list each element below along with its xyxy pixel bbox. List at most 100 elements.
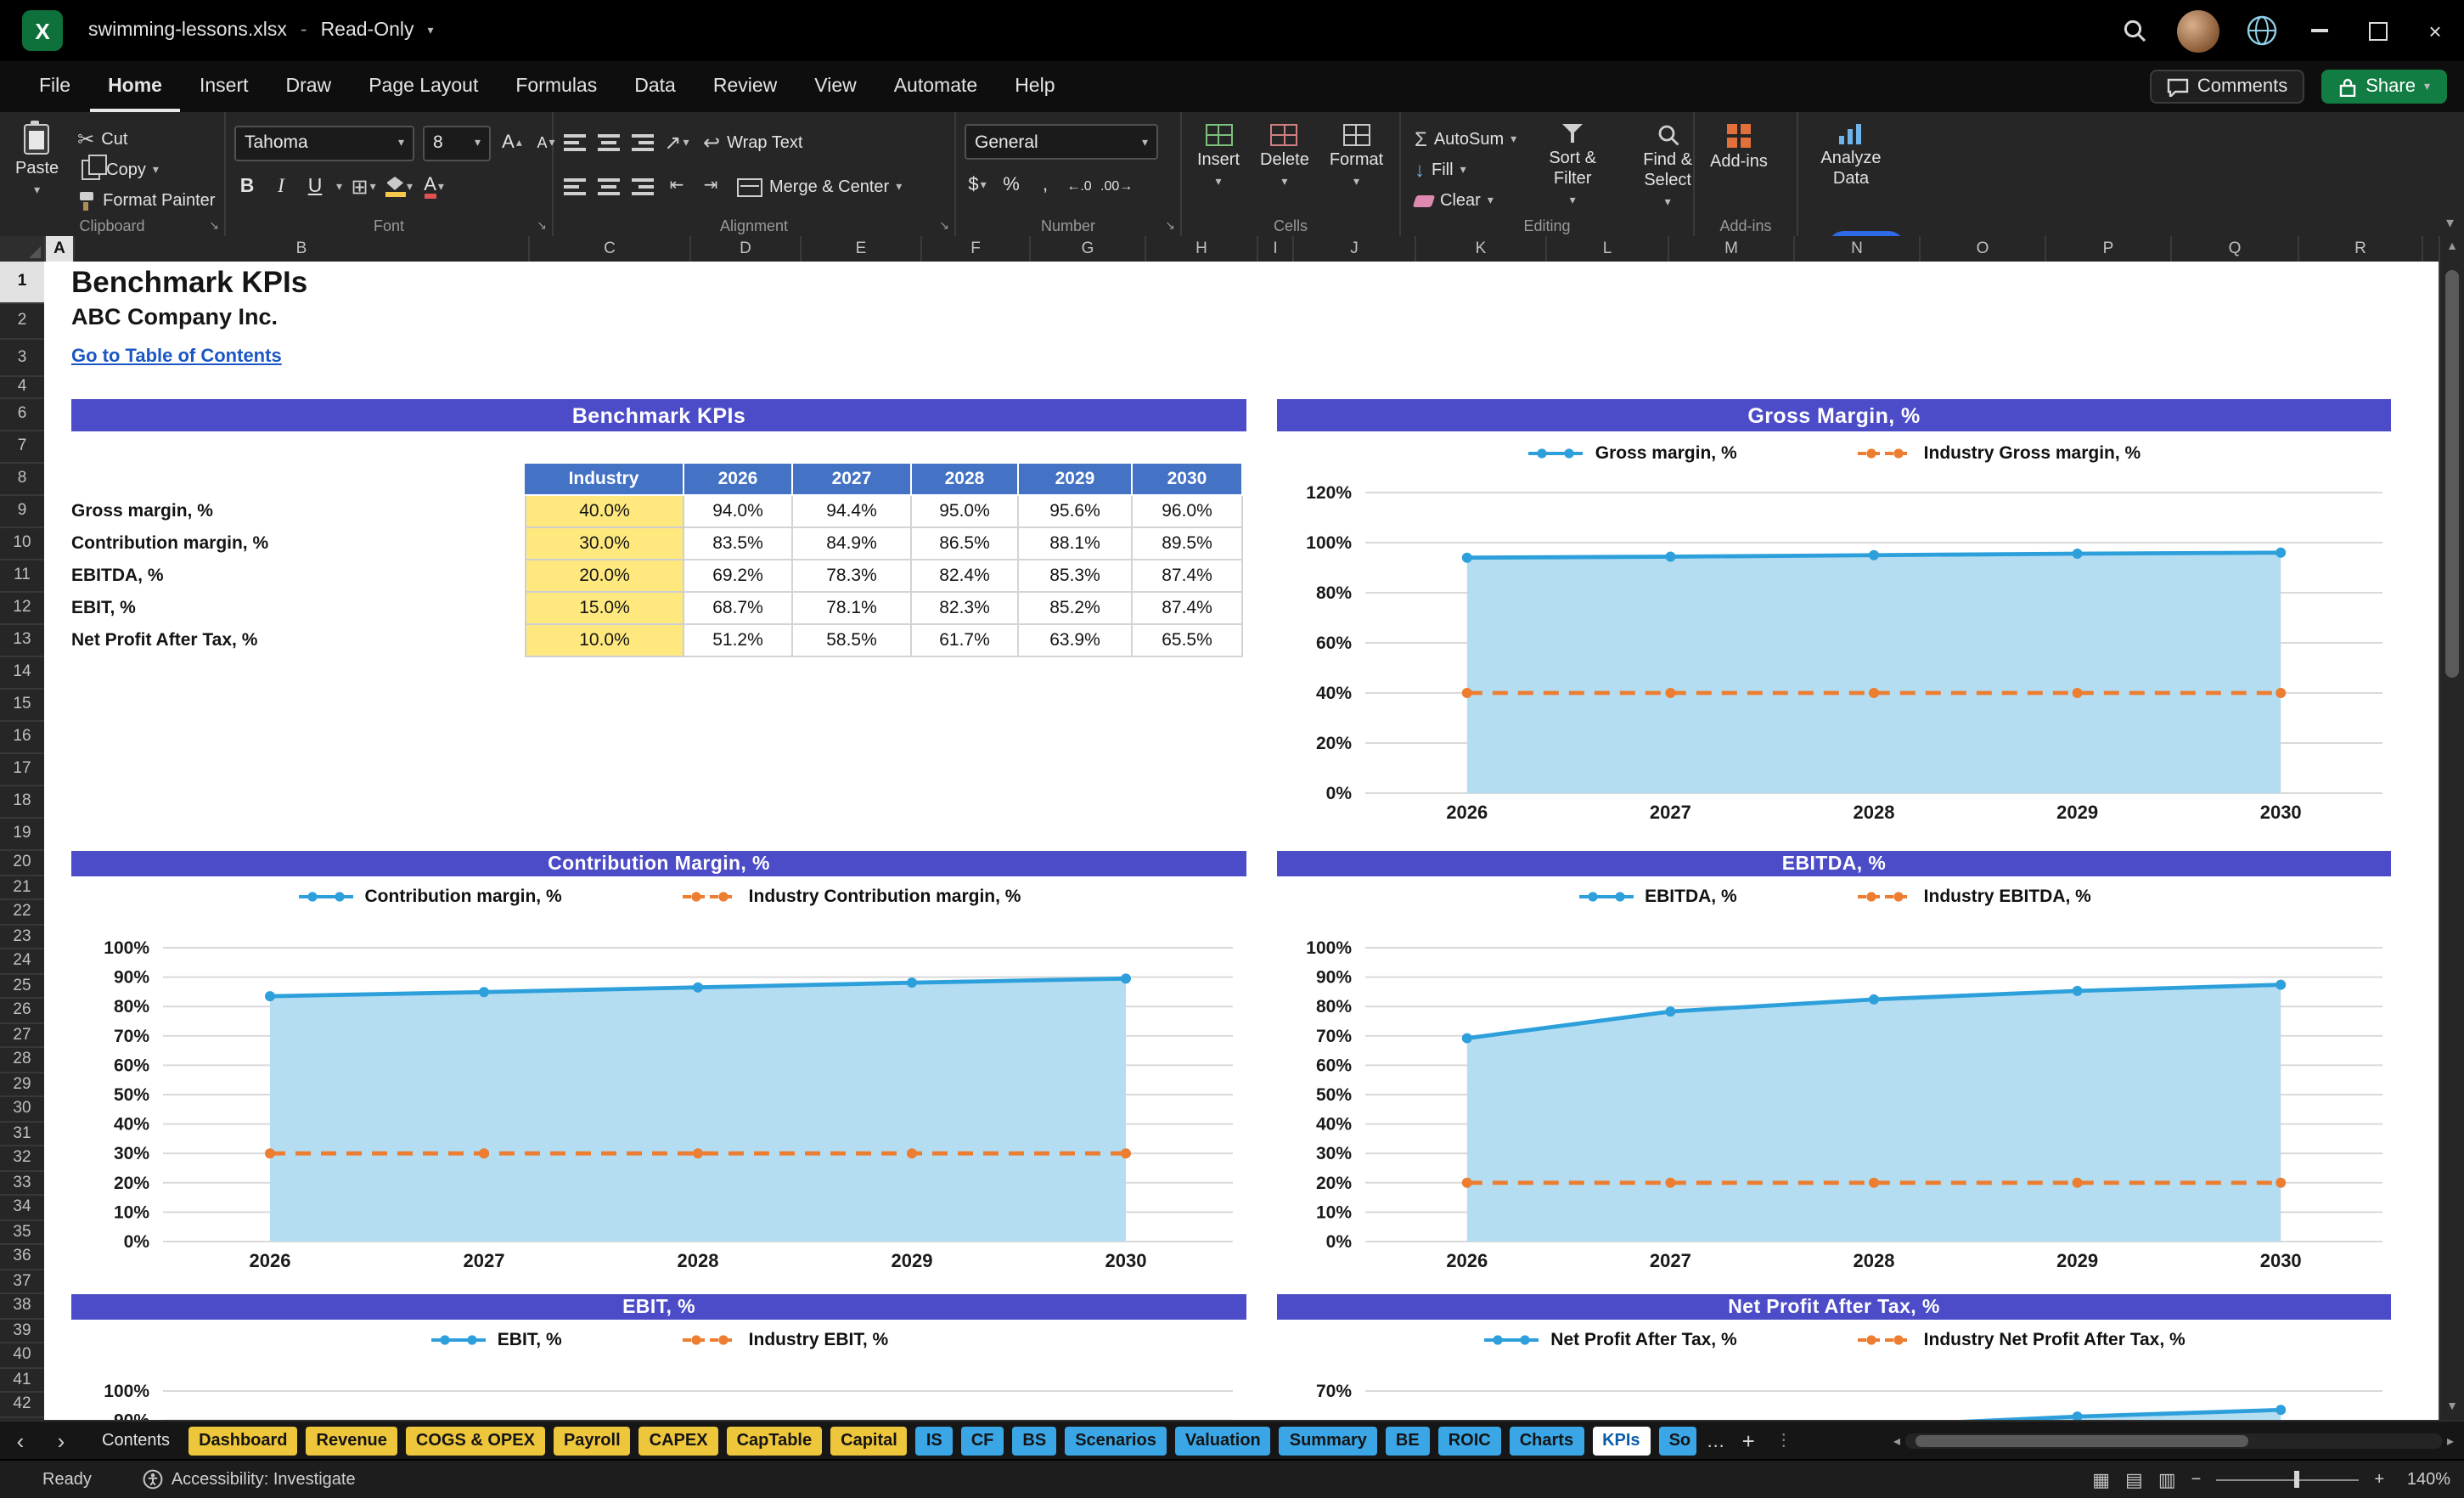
sheet-tab-roic[interactable]: ROIC bbox=[1437, 1427, 1501, 1456]
scroll-left-arrow[interactable]: ◂ bbox=[1893, 1433, 1900, 1449]
sort-filter-button[interactable]: Sort & Filter ▾ bbox=[1528, 119, 1617, 212]
italic-button[interactable]: I bbox=[268, 172, 294, 202]
column-header-N[interactable]: N bbox=[1795, 236, 1921, 262]
column-header-F[interactable]: F bbox=[922, 236, 1031, 262]
row-header-8[interactable]: 8 bbox=[0, 464, 44, 496]
row-header-2[interactable]: 2 bbox=[0, 304, 44, 340]
bold-button[interactable]: B bbox=[234, 172, 260, 202]
row-header-41[interactable]: 41 bbox=[0, 1368, 44, 1393]
row-header-35[interactable]: 35 bbox=[0, 1220, 44, 1245]
add-ins-button[interactable]: Add-ins bbox=[1703, 119, 1775, 177]
cells-viewport[interactable]: Benchmark KPIs ABC Company Inc. Go to Ta… bbox=[44, 262, 2440, 1420]
row-header-29[interactable]: 29 bbox=[0, 1073, 44, 1097]
font-size-select[interactable]: 8 ▾ bbox=[423, 125, 491, 160]
chart-net-profit[interactable]: Net Profit After Tax, % Industry Net Prof… bbox=[1277, 1321, 2391, 1420]
row-header-34[interactable]: 34 bbox=[0, 1196, 44, 1220]
orientation-button[interactable]: ↗ ▾ bbox=[664, 127, 689, 158]
row-header-25[interactable]: 25 bbox=[0, 974, 44, 999]
sheet-tab-be[interactable]: BE bbox=[1385, 1427, 1430, 1456]
scroll-right-arrow[interactable]: ▸ bbox=[2447, 1433, 2454, 1449]
sheet-tab-contents[interactable]: Contents bbox=[92, 1427, 180, 1456]
zoom-slider[interactable] bbox=[2216, 1471, 2360, 1488]
sheet-tab-bs[interactable]: BS bbox=[1012, 1427, 1057, 1456]
align-bottom-button[interactable] bbox=[630, 127, 655, 158]
row-header-42[interactable]: 42 bbox=[0, 1393, 44, 1417]
new-sheet-button[interactable]: + bbox=[1742, 1428, 1755, 1454]
sheet-tab-charts[interactable]: Charts bbox=[1509, 1427, 1584, 1456]
column-header-R[interactable]: R bbox=[2299, 236, 2423, 262]
align-center-button[interactable] bbox=[596, 172, 622, 202]
sheet-tab-dashboard[interactable]: Dashboard bbox=[188, 1427, 298, 1456]
row-header-7[interactable]: 7 bbox=[0, 431, 44, 464]
align-right-button[interactable] bbox=[630, 172, 655, 202]
align-middle-button[interactable] bbox=[596, 127, 622, 158]
ribbon-tab-view[interactable]: View bbox=[796, 61, 875, 112]
row-header-11[interactable]: 11 bbox=[0, 560, 44, 593]
font-color-button[interactable]: A ▾ bbox=[421, 172, 447, 202]
minimize-button[interactable] bbox=[2291, 0, 2349, 61]
underline-button[interactable]: U bbox=[302, 172, 328, 202]
presence-globe-button[interactable] bbox=[2233, 0, 2291, 61]
row-header-30[interactable]: 30 bbox=[0, 1097, 44, 1122]
column-header-E[interactable]: E bbox=[802, 236, 922, 262]
increase-font-button[interactable]: A ▴ bbox=[499, 127, 525, 158]
ribbon-tab-insert[interactable]: Insert bbox=[181, 61, 267, 112]
column-header-B[interactable]: B bbox=[75, 236, 530, 262]
row-header-37[interactable]: 37 bbox=[0, 1270, 44, 1294]
scroll-down-arrow[interactable]: ▼ bbox=[2440, 1396, 2464, 1420]
row-header-3[interactable]: 3 bbox=[0, 340, 44, 377]
percent-style-button[interactable]: % bbox=[999, 170, 1024, 200]
font-dialog-launcher[interactable]: ↘ bbox=[537, 219, 547, 233]
row-header-19[interactable]: 19 bbox=[0, 819, 44, 851]
row-header-28[interactable]: 28 bbox=[0, 1048, 44, 1073]
sheet-tab-valuation[interactable]: Valuation bbox=[1174, 1427, 1271, 1456]
autosum-button[interactable]: Σ AutoSum ▾ bbox=[1409, 124, 1522, 155]
sheet-tab-capital[interactable]: Capital bbox=[830, 1427, 908, 1456]
collapse-ribbon-icon[interactable]: ▾ bbox=[2446, 214, 2454, 233]
ribbon-tab-review[interactable]: Review bbox=[695, 61, 796, 112]
row-header-36[interactable]: 36 bbox=[0, 1245, 44, 1270]
row-header-6[interactable]: 6 bbox=[0, 399, 44, 431]
search-button[interactable] bbox=[2106, 0, 2163, 61]
clear-button[interactable]: Clear ▾ bbox=[1409, 185, 1522, 216]
zoom-percentage[interactable]: 140% bbox=[2399, 1470, 2450, 1489]
increase-indent-button[interactable]: ⇥ bbox=[698, 172, 723, 202]
column-header-D[interactable]: D bbox=[691, 236, 802, 262]
row-header-4[interactable]: 4 bbox=[0, 377, 44, 399]
zoom-in-button[interactable]: + bbox=[2374, 1470, 2384, 1489]
row-header-16[interactable]: 16 bbox=[0, 722, 44, 754]
avatar[interactable] bbox=[2177, 9, 2219, 52]
column-header-J[interactable]: J bbox=[1294, 236, 1416, 262]
row-header-10[interactable]: 10 bbox=[0, 528, 44, 560]
vertical-scroll-thumb[interactable] bbox=[2445, 270, 2459, 678]
sheet-tab-kpis[interactable]: KPIs bbox=[1592, 1427, 1651, 1456]
ribbon-tab-data[interactable]: Data bbox=[616, 61, 695, 112]
sheet-tab-is[interactable]: IS bbox=[915, 1427, 953, 1456]
normal-view-button[interactable]: ▦ bbox=[2092, 1468, 2110, 1490]
sheet-tab-payroll[interactable]: Payroll bbox=[553, 1427, 631, 1456]
sheet-tab-cogs-opex[interactable]: COGS & OPEX bbox=[405, 1427, 545, 1456]
row-header-38[interactable]: 38 bbox=[0, 1294, 44, 1319]
font-name-select[interactable]: Tahoma ▾ bbox=[234, 125, 414, 160]
row-header-9[interactable]: 9 bbox=[0, 496, 44, 528]
paste-button[interactable]: Paste ▾ bbox=[8, 119, 65, 202]
borders-button[interactable]: ⊞ ▾ bbox=[351, 172, 376, 202]
ribbon-tab-formulas[interactable]: Formulas bbox=[497, 61, 616, 112]
zoom-slider-thumb[interactable] bbox=[2294, 1471, 2300, 1488]
ribbon-tab-file[interactable]: File bbox=[20, 61, 89, 112]
fill-button[interactable]: ↓ Fill ▾ bbox=[1409, 155, 1522, 185]
row-header-13[interactable]: 13 bbox=[0, 625, 44, 657]
page-layout-view-button[interactable]: ▤ bbox=[2125, 1468, 2143, 1490]
horizontal-scrollbar[interactable]: ◂ ▸ bbox=[1893, 1422, 2454, 1461]
alignment-dialog-launcher[interactable]: ↘ bbox=[939, 219, 949, 233]
chart-ebit[interactable]: EBIT, %Industry EBIT, %0%10%20%30%40%50%… bbox=[71, 1321, 1246, 1420]
sheet-tab-revenue[interactable]: Revenue bbox=[306, 1427, 397, 1456]
sheet-nav-left[interactable]: ‹ bbox=[0, 1422, 41, 1461]
scroll-up-arrow[interactable]: ▲ bbox=[2440, 236, 2464, 260]
share-button[interactable]: Share ▾ bbox=[2321, 70, 2447, 104]
column-header-O[interactable]: O bbox=[1921, 236, 2046, 262]
column-header-L[interactable]: L bbox=[1547, 236, 1669, 262]
comma-style-button[interactable]: , bbox=[1032, 170, 1058, 200]
row-header-18[interactable]: 18 bbox=[0, 786, 44, 819]
ribbon-tab-automate[interactable]: Automate bbox=[875, 61, 996, 112]
